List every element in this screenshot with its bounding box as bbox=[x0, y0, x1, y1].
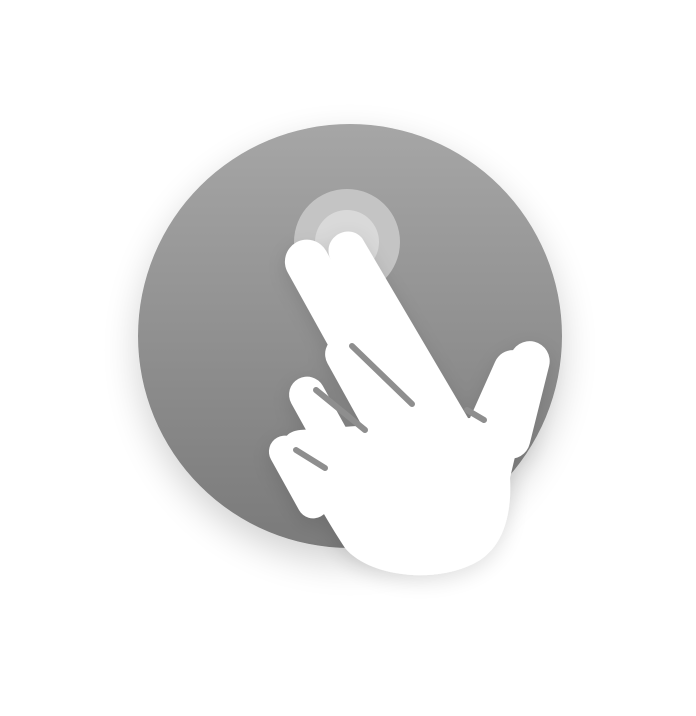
tap-gesture-illustration bbox=[0, 0, 696, 716]
tap-gesture-svg bbox=[138, 124, 562, 576]
